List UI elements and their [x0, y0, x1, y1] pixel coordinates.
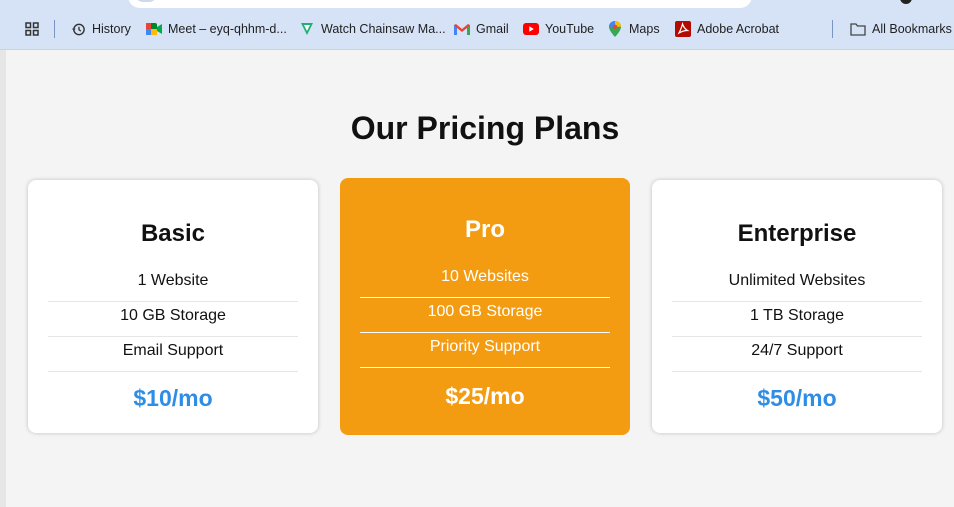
feature-list: Unlimited Websites 1 TB Storage 24/7 Sup… [672, 268, 922, 373]
history-icon [70, 21, 86, 37]
plan-card-pro[interactable]: Pro 10 Websites 100 GB Storage Priority … [340, 178, 630, 435]
bookmark-label: History [92, 22, 131, 36]
bookmark-label: Maps [629, 22, 660, 36]
watch-icon [299, 21, 315, 37]
page-title: Our Pricing Plans [350, 110, 620, 146]
maps-icon [607, 21, 623, 37]
gmail-icon [454, 21, 470, 37]
feature-item: Priority Support [360, 334, 610, 368]
plan-price: $10/mo [133, 385, 213, 411]
apps-button[interactable] [24, 18, 46, 40]
apps-grid-icon [24, 21, 40, 37]
bookmark-label: Watch Chainsaw Ma... [321, 22, 446, 36]
meet-icon [146, 21, 162, 37]
acrobat-icon [675, 21, 691, 37]
bookmark-gmail[interactable]: Gmail [454, 18, 509, 40]
bookmark-label: YouTube [545, 22, 595, 36]
bookmark-label: Meet – eyq-qhhm-d... [168, 22, 287, 36]
feature-item: 10 GB Storage [48, 303, 298, 337]
feature-item: 100 GB Storage [360, 299, 610, 333]
folder-icon [850, 21, 866, 37]
bookmark-youtube[interactable]: YouTube [523, 18, 594, 40]
feature-item: Email Support [48, 338, 298, 372]
bookmark-history[interactable]: History [70, 18, 131, 40]
plan-name: Basic [140, 220, 206, 247]
bookmarks-divider [832, 20, 833, 38]
bookmark-watch[interactable]: Watch Chainsaw Ma... [299, 18, 446, 40]
youtube-icon [523, 21, 539, 37]
feature-item: Unlimited Websites [672, 268, 922, 302]
feature-item: 1 TB Storage [672, 303, 922, 337]
plan-card-enterprise[interactable]: Enterprise Unlimited Websites 1 TB Stora… [652, 180, 942, 433]
all-bookmarks-label: All Bookmarks [872, 22, 952, 36]
all-bookmarks-button[interactable]: All Bookmarks [850, 18, 952, 40]
feature-list: 1 Website 10 GB Storage Email Support [48, 268, 298, 373]
feature-item: 1 Website [48, 268, 298, 302]
bookmarks-bar: History Meet – eyq-qhhm-d... Watch Chain… [0, 0, 954, 50]
feature-list: 10 Websites 100 GB Storage Priority Supp… [360, 264, 610, 369]
plan-price: $25/mo [445, 383, 525, 409]
bookmark-maps[interactable]: Maps [607, 18, 660, 40]
bookmark-acrobat[interactable]: Adobe Acrobat [675, 18, 779, 40]
plan-name: Enterprise [737, 220, 857, 247]
profile-icon[interactable] [900, 0, 912, 4]
plan-price: $50/mo [757, 385, 837, 411]
bookmark-label: Gmail [476, 22, 509, 36]
bookmark-label: Adobe Acrobat [697, 22, 780, 36]
plan-name: Pro [464, 216, 505, 243]
bookmark-meet[interactable]: Meet – eyq-qhhm-d... [146, 18, 287, 40]
bookmarks-divider [54, 20, 55, 38]
feature-item: 24/7 Support [672, 338, 922, 372]
address-bar[interactable] [128, 0, 752, 8]
plan-card-basic[interactable]: Basic 1 Website 10 GB Storage Email Supp… [28, 180, 318, 433]
feature-item: 10 Websites [360, 264, 610, 298]
